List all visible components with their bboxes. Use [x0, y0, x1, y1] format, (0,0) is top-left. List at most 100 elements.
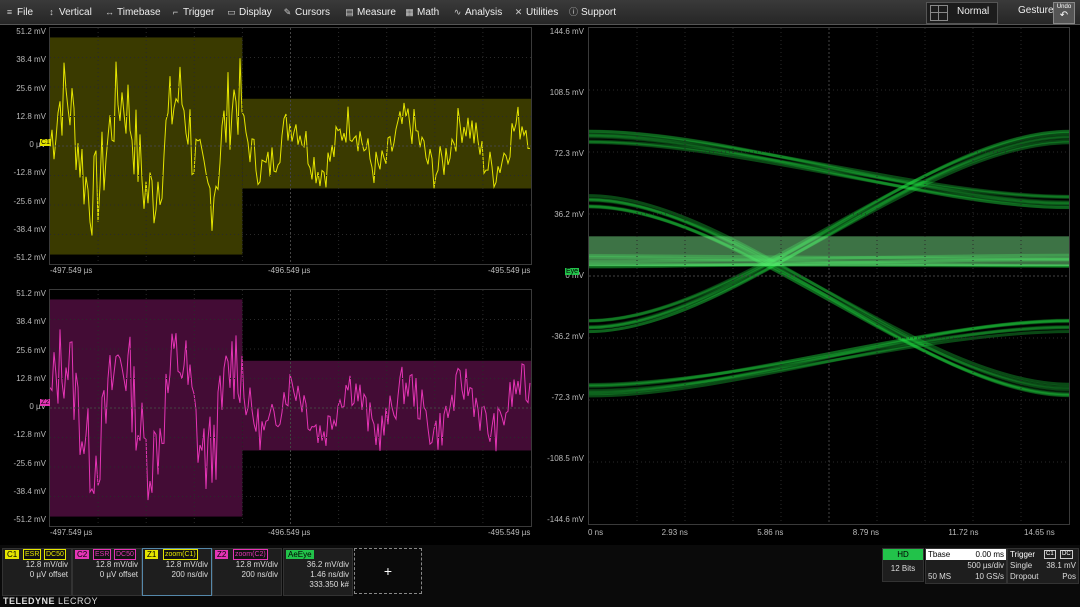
eye-ylabel: -72.3 mV	[551, 393, 584, 402]
descriptor-value: 12.8 mV/div	[25, 560, 68, 569]
descriptor-tag: ESR	[93, 549, 112, 560]
menu-display-label: Display	[239, 7, 272, 18]
c2-ylabel: 51.2 mV	[16, 289, 46, 298]
menu-analysis[interactable]: ∿ Analysis	[452, 0, 503, 24]
trigger-slope: Pos	[1062, 572, 1076, 581]
c1-marker[interactable]: C1	[40, 139, 51, 146]
add-trace-button[interactable]: +	[354, 548, 422, 594]
hd-title: HD	[883, 549, 923, 560]
descriptor-c1[interactable]: C1 ESR DC50 12.8 mV/div 0 µV offset	[2, 548, 72, 596]
menu-cursors-label: Cursors	[295, 7, 331, 18]
grid-c2[interactable]	[49, 289, 532, 527]
eye-xlabel: 8.79 ns	[852, 528, 880, 537]
menu-timebase[interactable]: ↔ Timebase	[104, 0, 161, 24]
eye-xlabel: 2.93 ns	[661, 528, 688, 537]
menu-analysis-label: Analysis	[465, 7, 503, 18]
c1-ylabel: 51.2 mV	[16, 27, 46, 36]
measure-icon: ▤	[345, 7, 354, 17]
grid-c1[interactable]	[49, 27, 532, 265]
timebase-descriptor[interactable]: Tbase 0.00 ms 500 µs/div 50 MS 10 GS/s	[925, 548, 1007, 584]
eye-xlabel: 11.72 ns	[948, 528, 979, 537]
c1-ylabel: -25.6 mV	[13, 196, 46, 206]
menu-math[interactable]: ▦ Math	[404, 0, 439, 24]
file-icon: ≡	[6, 7, 13, 17]
descriptor-value: 333.350 k#	[309, 580, 349, 589]
menu-vertical-label: Vertical	[59, 7, 92, 18]
menu-support[interactable]: ⓘ Support	[568, 0, 616, 24]
math-icon: ▦	[405, 7, 414, 17]
descriptor-value: 12.8 mV/div	[165, 560, 208, 569]
descriptor-c2[interactable]: C2 ESR DC50 12.8 mV/div 0 µV offset	[72, 548, 142, 596]
descriptor-value: 0 µV offset	[29, 570, 68, 579]
grid-eye[interactable]	[588, 27, 1070, 525]
eye-marker[interactable]: Eye	[565, 268, 580, 275]
cursors-icon: ✎	[283, 7, 292, 17]
trigger-coupling: DC	[1060, 550, 1073, 559]
trigger-icon: ⌐	[172, 7, 179, 17]
menu-utilities[interactable]: ✕ Utilities	[513, 0, 559, 24]
menu-file[interactable]: ≡ File	[4, 0, 33, 24]
menu-trigger-label: Trigger	[183, 7, 215, 18]
descriptor-header: C2 ESR DC50	[73, 549, 141, 560]
trigger-level: 38.1 mV	[1046, 561, 1076, 570]
z2-marker[interactable]: Z2	[40, 399, 51, 406]
gesture-label[interactable]: Gesture	[1018, 5, 1054, 16]
grid-layout-icon	[930, 5, 948, 21]
c2-waveform-display	[50, 290, 531, 526]
c2-ylabel: 38.4 mV	[16, 317, 46, 327]
eye-xlabel: 14.65 ns	[1024, 528, 1055, 537]
eye-diagram-display	[589, 28, 1069, 524]
c1-ylabel: -38.4 mV	[13, 224, 46, 234]
hd-descriptor[interactable]: HD 12 Bits	[882, 548, 924, 582]
eye-xlabel: 0 ns	[588, 528, 604, 537]
menu-cursors[interactable]: ✎ Cursors	[282, 0, 330, 24]
descriptor-header: C1 ESR DC50	[3, 549, 71, 560]
trigger-mode-label: Normal	[957, 6, 990, 17]
descriptor-id: Z1	[145, 550, 159, 559]
descriptor-value: 200 ns/div	[171, 570, 208, 579]
menu-vertical[interactable]: ↕ Vertical	[46, 0, 92, 24]
descriptor-tag: zoom(C1)	[163, 549, 198, 560]
c2-ylabel: 25.6 mV	[16, 345, 46, 355]
menu-math-label: Math	[417, 7, 440, 18]
descriptor-header: Z1 zoom(C1)	[143, 549, 211, 560]
c2-ylabel: -12.8 mV	[13, 430, 46, 440]
c2-ylabel: -51.2 mV	[13, 515, 46, 524]
descriptor-id: C2	[75, 550, 90, 559]
descriptor-z2[interactable]: Z2 zoom(C2) 12.8 mV/div 200 ns/div	[212, 548, 282, 596]
menu-file-label: File	[17, 7, 34, 18]
trigger-descriptor[interactable]: Trigger C1 DC Single 38.1 mV Dropout Pos	[1007, 548, 1079, 584]
eye-ylabel: 144.6 mV	[549, 27, 584, 36]
descriptor-tag: zoom(C2)	[233, 549, 268, 560]
descriptor-aeeye[interactable]: AeEye 36.2 mV/div 1.46 ns/div 333.350 k#	[283, 548, 353, 596]
menu-measure[interactable]: ▤ Measure	[344, 0, 396, 24]
eye-xlabel: 5.86 ns	[757, 528, 784, 537]
undo-button[interactable]: Undo ↶	[1053, 2, 1075, 24]
trigger-mode-button[interactable]: Normal	[926, 2, 998, 24]
timebase-ms: 50 MS	[928, 572, 952, 581]
c1-ylabel: 25.6 mV	[16, 83, 46, 93]
c1-ylabel: 38.4 mV	[16, 55, 46, 65]
timebase-delay: 0.00 ms	[975, 550, 1004, 559]
c2-ylabel: -38.4 mV	[13, 486, 46, 496]
c2-ylabel: -25.6 mV	[13, 458, 46, 468]
c1-waveform-display	[50, 28, 531, 264]
eye-ylabel: 72.3 mV	[554, 149, 584, 158]
descriptor-z1[interactable]: Z1 zoom(C1) 12.8 mV/div 200 ns/div	[142, 548, 212, 596]
descriptor-tag: ESR	[23, 549, 42, 560]
c1-xlabel: -496.549 µs	[268, 266, 311, 275]
descriptor-header: AeEye	[284, 549, 352, 560]
c2-ylabel: 12.8 mV	[16, 373, 46, 383]
brand-logo: TELEDYNE LECROY	[3, 596, 98, 606]
descriptor-value: 1.46 ns/div	[310, 570, 349, 579]
info-icon: ⓘ	[568, 7, 578, 17]
menu-display[interactable]: ▭ Display	[226, 0, 272, 24]
eye-ylabel: -144.6 mV	[547, 515, 584, 524]
menu-trigger[interactable]: ⌐ Trigger	[170, 0, 214, 24]
hd-bits: 12 Bits	[890, 564, 916, 573]
timebase-per-div: 500 µs/div	[967, 561, 1004, 570]
trigger-type: Dropout	[1010, 572, 1039, 581]
trigger-title: Trigger	[1010, 550, 1036, 559]
c1-xlabel: -497.549 µs	[50, 266, 93, 275]
c2-xlabel: -496.549 µs	[268, 528, 311, 537]
